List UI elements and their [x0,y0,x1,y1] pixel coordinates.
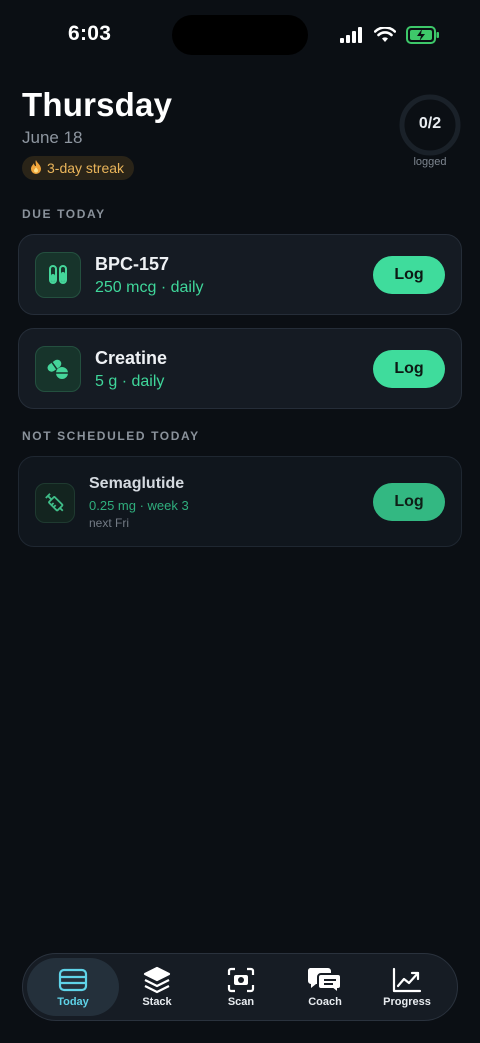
item-name: BPC-157 [95,254,170,274]
status-icons [340,26,440,44]
today-icon [57,966,89,994]
tab-scan[interactable]: Scan [199,958,283,1016]
date-subtitle: June 18 [22,128,83,147]
camera-scan-icon [227,966,255,994]
dose-card[interactable]: BPC-157 250 mcg · daily Log [18,234,462,315]
tab-bar: Today Stack Scan Coach Progress [22,953,458,1021]
item-name: Semaglutide [89,475,185,492]
item-dose: 5 g · daily [95,373,165,390]
progress-count: 0/2 [418,115,442,132]
tab-label: Today [57,996,89,1008]
tab-coach[interactable]: Coach [283,958,367,1016]
log-button[interactable]: Log [373,350,445,388]
pills-icon [35,346,81,392]
chart-icon [392,966,422,994]
item-dose: 0.25 mg · week 3 [89,498,189,513]
signal-icon [340,27,362,43]
log-button[interactable]: Log [373,256,445,294]
page-title: Thursday [22,86,173,123]
tab-label: Coach [308,996,342,1008]
item-name: Creatine [95,348,168,368]
vials-icon [35,252,81,298]
wifi-icon [374,27,396,42]
dynamic-island [172,15,308,55]
progress-label: logged [413,156,447,168]
tab-today[interactable]: Today [27,958,119,1016]
tab-label: Progress [383,996,431,1008]
streak-badge: 3-day streak [22,156,135,180]
flame-icon [30,159,42,177]
status-time: 6:03 [68,22,112,45]
item-dose: 250 mcg · daily [95,279,204,296]
tab-label: Scan [227,996,255,1008]
next-dose-label: next Fri [89,516,130,530]
syringe-icon [35,483,75,523]
log-button[interactable]: Log [373,483,445,521]
streak-label: 3-day streak [47,160,125,176]
tab-stack[interactable]: Stack [115,958,199,1016]
chat-icon [307,966,343,994]
dose-card[interactable]: Creatine 5 g · daily Log [18,328,462,409]
dose-card[interactable]: Semaglutide 0.25 mg · week 3 next Fri Lo… [18,456,462,547]
tab-progress[interactable]: Progress [365,958,449,1016]
battery-charging-icon [406,26,439,44]
section-not-scheduled: NOT SCHEDULED TODAY [22,429,200,443]
tab-label: Stack [142,996,172,1008]
stack-icon [142,966,172,994]
section-due-today: DUE TODAY [22,207,106,221]
